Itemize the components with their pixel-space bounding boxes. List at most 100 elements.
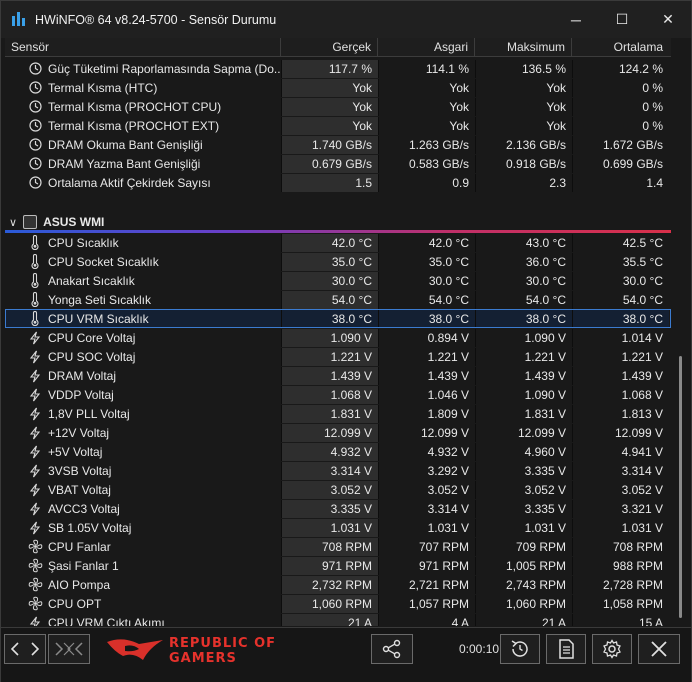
close-sensors-button[interactable]	[638, 634, 680, 664]
reset-button[interactable]	[500, 634, 540, 664]
sensor-name-cell: +12V Voltaj	[5, 423, 281, 442]
sensor-label: CPU Sıcaklık	[48, 235, 119, 250]
sensor-name-cell: CPU Socket Sıcaklık	[5, 252, 281, 271]
value-max: Yok	[475, 97, 572, 116]
sensor-row[interactable]: Termal Kısma (PROCHOT EXT) Yok Yok Yok 0 %	[5, 116, 671, 135]
sensor-label: CPU VRM Sıcaklık	[48, 311, 149, 326]
sensor-name-cell: DRAM Yazma Bant Genişliği	[5, 154, 281, 173]
sensor-name-cell: Termal Kısma (PROCHOT CPU)	[5, 97, 281, 116]
value-min: 114.1 %	[378, 59, 475, 78]
value-min: 3.314 V	[378, 499, 475, 518]
thermometer-icon	[27, 311, 43, 327]
value-avg: 1.068 V	[572, 385, 669, 404]
sensor-name-cell: CPU Core Voltaj	[5, 328, 281, 347]
column-current[interactable]: Gerçek	[281, 38, 378, 57]
value-max: 30.0 °C	[475, 271, 572, 290]
value-current: 708 RPM	[281, 537, 378, 556]
value-avg: 0 %	[572, 78, 669, 97]
settings-button[interactable]	[592, 634, 632, 664]
value-avg: 30.0 °C	[572, 271, 669, 290]
sensor-name-cell: Termal Kısma (HTC)	[5, 78, 281, 97]
sensor-name-cell: VBAT Voltaj	[5, 480, 281, 499]
share-button[interactable]	[371, 634, 413, 664]
sensor-row[interactable]: VBAT Voltaj 3.052 V 3.052 V 3.052 V 3.052 V	[5, 480, 671, 499]
sensor-row[interactable]: DRAM Voltaj 1.439 V 1.439 V 1.439 V 1.439 V	[5, 366, 671, 385]
lightning-icon	[27, 482, 43, 498]
logging-button[interactable]	[546, 634, 586, 664]
sensor-row[interactable]: CPU OPT 1,060 RPM 1,057 RPM 1,060 RPM 1,058 …	[5, 594, 671, 613]
sensor-row[interactable]: Termal Kısma (PROCHOT CPU) Yok Yok Yok 0 %	[5, 97, 671, 116]
scrollbar-thumb[interactable]	[679, 356, 682, 618]
chevron-left-right-icon	[10, 642, 40, 656]
sensor-row[interactable]: CPU VRM Çıktı Akımı 21 A4 A 21 A 15 A	[5, 613, 671, 626]
value-avg: 4.941 V	[572, 442, 669, 461]
value-min: Yok	[378, 78, 475, 97]
sensor-name-cell: DRAM Voltaj	[5, 366, 281, 385]
value-min: 971 RPM	[378, 556, 475, 575]
sensor-row[interactable]: AVCC3 Voltaj 3.335 V 3.314 V 3.335 V 3.321 V	[5, 499, 671, 518]
value-avg: 708 RPM	[572, 537, 669, 556]
sensor-name-cell: CPU VRM Sıcaklık	[5, 309, 281, 328]
value-avg: 12.099 V	[572, 423, 669, 442]
lightning-icon	[27, 501, 43, 517]
vertical-scrollbar[interactable]	[677, 61, 685, 625]
hwinfo-app-icon	[11, 11, 27, 28]
sensor-row[interactable]: CPU SOC Voltaj 1.221 V 1.221 V 1.221 V 1.221…	[5, 347, 671, 366]
sensor-row[interactable]: AIO Pompa 2,732 RPM 2,721 RPM 2,743 RPM 2,72…	[5, 575, 671, 594]
sensor-row[interactable]: 1,8V PLL Voltaj 1.831 V 1.809 V 1.831 V 1.81…	[5, 404, 671, 423]
sensor-group-header[interactable]: ∨ ASUS WMI	[5, 211, 671, 233]
clock-icon	[27, 80, 43, 96]
sensor-row[interactable]: Şasi Fanlar 1 971 RPM 971 RPM 1,005 RPM 988 …	[5, 556, 671, 575]
value-max: 3.335 V	[475, 461, 572, 480]
sensor-row[interactable]: CPU VRM Sıcaklık 38.0 °C 38.0 °C 38.0 °C 38.…	[5, 309, 671, 328]
value-avg: 124.2 %	[572, 59, 669, 78]
lightning-icon	[27, 615, 43, 626]
sensor-row[interactable]: Güç Tüketimi Raporlamasında Sapma (Do...…	[5, 59, 671, 78]
value-current: 971 RPM	[281, 556, 378, 575]
clock-icon	[27, 156, 43, 172]
value-min: 54.0 °C	[378, 290, 475, 309]
nav-collapse-expand-button[interactable]	[48, 634, 90, 664]
nav-prev-next-button[interactable]	[4, 634, 46, 664]
sensor-row[interactable]: DRAM Yazma Bant Genişliği 0.679 GB/s 0.583…	[5, 154, 671, 173]
maximize-button[interactable]: ☐	[599, 1, 645, 38]
column-min[interactable]: Asgari	[378, 38, 475, 57]
sensor-row[interactable]: CPU Socket Sıcaklık 35.0 °C 35.0 °C 36.0 °C…	[5, 252, 671, 271]
sensor-label: CPU Fanlar	[48, 539, 111, 554]
sensor-row[interactable]: Ortalama Aktif Çekirdek Sayısı 1.5 0.9 2.3 1…	[5, 173, 671, 192]
title-bar[interactable]: HWiNFO® 64 v8.24-5700 - Sensör Durumu ─ …	[1, 1, 691, 38]
sensor-name-cell: Ortalama Aktif Çekirdek Sayısı	[5, 173, 281, 192]
sensor-row[interactable]: DRAM Okuma Bant Genişliği 1.740 GB/s 1.263…	[5, 135, 671, 154]
sensor-row[interactable]: 3VSB Voltaj 3.314 V 3.292 V 3.335 V 3.314 V	[5, 461, 671, 480]
sensor-label: Güç Tüketimi Raporlamasında Sapma (Do...	[48, 61, 281, 76]
chevron-down-icon[interactable]: ∨	[9, 216, 17, 229]
value-min: 2,721 RPM	[378, 575, 475, 594]
sensor-label: Şasi Fanlar 1	[48, 558, 119, 573]
sensor-row[interactable]: SB 1.05V Voltaj 1.031 V 1.031 V 1.031 V 1.03…	[5, 518, 671, 537]
value-max: 0.918 GB/s	[475, 154, 572, 173]
sensor-name-cell: CPU Fanlar	[5, 537, 281, 556]
column-sensor[interactable]: Sensör	[5, 38, 281, 57]
sensor-row[interactable]: CPU Core Voltaj 1.090 V 0.894 V 1.090 V 1.01…	[5, 328, 671, 347]
column-max[interactable]: Maksimum	[475, 38, 572, 57]
sensor-row[interactable]: Termal Kısma (HTC) Yok Yok Yok 0 %	[5, 78, 671, 97]
value-current: 3.335 V	[281, 499, 378, 518]
sensor-row[interactable]: CPU Fanlar 708 RPM 707 RPM 709 RPM 708 RPM	[5, 537, 671, 556]
sensor-label: CPU Socket Sıcaklık	[48, 254, 159, 269]
sensor-row[interactable]: CPU Sıcaklık 42.0 °C 42.0 °C 43.0 °C 42.5 °C	[5, 233, 671, 252]
sensor-row[interactable]: Yonga Seti Sıcaklık 54.0 °C 54.0 °C 54.0 °C…	[5, 290, 671, 309]
sensor-row[interactable]: Anakart Sıcaklık 30.0 °C 30.0 °C 30.0 °C 30.…	[5, 271, 671, 290]
lightning-icon	[27, 520, 43, 536]
sensor-row[interactable]: +12V Voltaj 12.099 V 12.099 V 12.099 V 12.09…	[5, 423, 671, 442]
sensor-name-cell: 1,8V PLL Voltaj	[5, 404, 281, 423]
close-window-button[interactable]: ✕	[645, 1, 691, 38]
value-avg: 35.5 °C	[572, 252, 669, 271]
rog-brand-text: REPUBLIC OF GAMERS	[169, 636, 276, 666]
value-current: 42.0 °C	[281, 233, 378, 252]
value-min: 1.439 V	[378, 366, 475, 385]
thermometer-icon	[27, 273, 43, 289]
sensor-row[interactable]: VDDP Voltaj 1.068 V 1.046 V 1.090 V 1.068 V	[5, 385, 671, 404]
column-avg[interactable]: Ortalama	[572, 38, 669, 57]
minimize-button[interactable]: ─	[553, 1, 599, 38]
sensor-row[interactable]: +5V Voltaj 4.932 V 4.932 V 4.960 V 4.941 V	[5, 442, 671, 461]
